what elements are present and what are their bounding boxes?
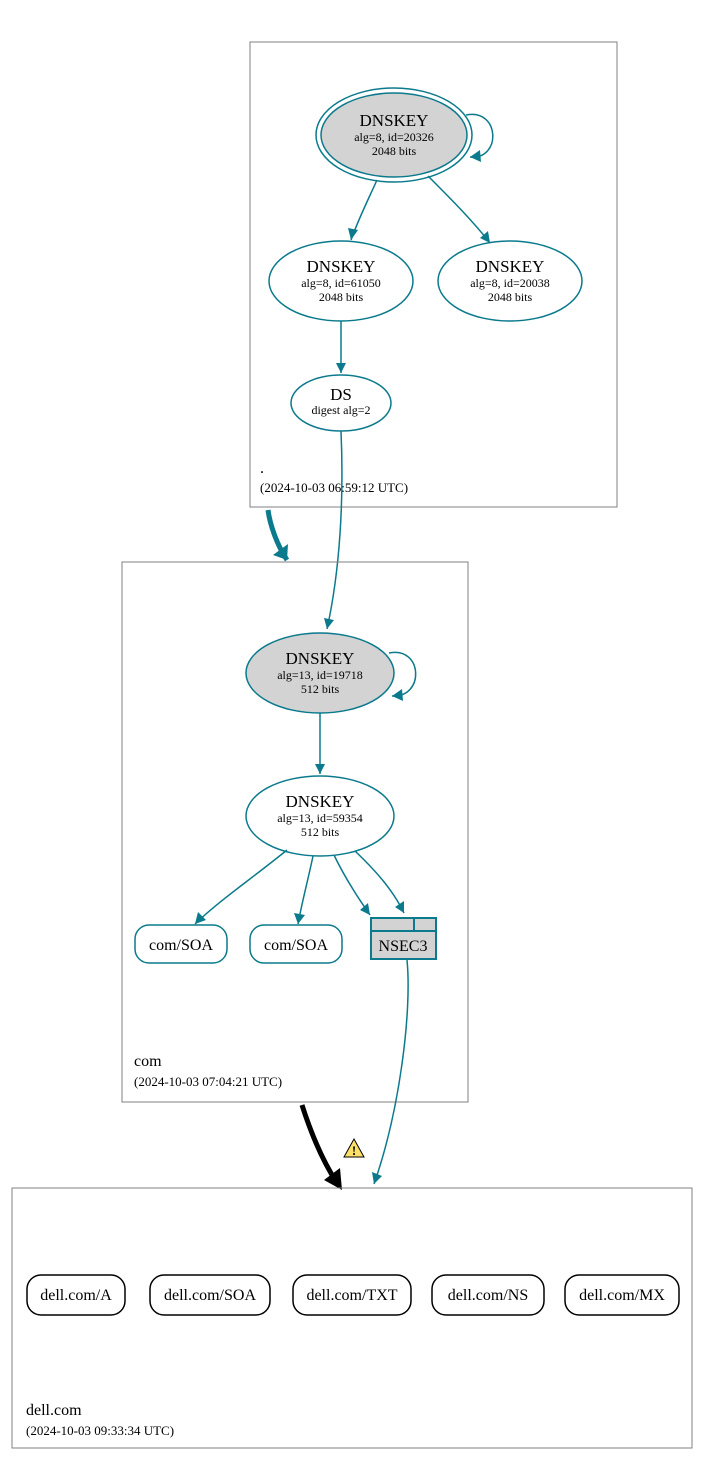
edge-rootksk-to-rootextra [428, 176, 490, 243]
arrow-comzsk-to-soa1 [195, 912, 206, 924]
node-root-ksk-line2: alg=8, id=20326 [354, 130, 434, 144]
node-leaf-a-label: dell.com/A [40, 1287, 112, 1304]
node-leaf-mx-label: dell.com/MX [579, 1287, 665, 1304]
edge-ds-to-comksk [327, 431, 342, 629]
node-root-zsk-title: DNSKEY [307, 257, 376, 276]
zone-timestamp-root: (2024-10-03 06:59:12 UTC) [260, 480, 408, 495]
node-root-zsk-line2: alg=8, id=61050 [301, 276, 381, 290]
node-root-ksk: DNSKEY alg=8, id=20326 2048 bits [316, 88, 472, 182]
arrow-rootksk-to-rootzsk [348, 228, 358, 240]
node-root-zsk-line3: 2048 bits [319, 290, 364, 304]
node-leaf-ns-label: dell.com/NS [448, 1287, 528, 1304]
node-root-ksk-title: DNSKEY [360, 111, 429, 130]
svg-text:!: ! [352, 1143, 356, 1158]
node-com-ksk-line3: 512 bits [301, 682, 340, 696]
zone-timestamp-com: (2024-10-03 07:04:21 UTC) [134, 1074, 282, 1089]
node-leaf-soa-label: dell.com/SOA [164, 1287, 256, 1304]
zone-timestamp-leaf: (2024-10-03 09:33:34 UTC) [26, 1423, 174, 1438]
node-leaf-txt-label: dell.com/TXT [306, 1287, 397, 1304]
arrow-comzsk-to-nsec3-b [395, 901, 404, 913]
edge-nsec3-to-leaf [374, 960, 408, 1184]
warning-icon: ! [344, 1139, 364, 1158]
node-root-extra-line2: alg=8, id=20038 [470, 276, 550, 290]
node-root-ksk-line3: 2048 bits [372, 144, 417, 158]
node-root-extra: DNSKEY alg=8, id=20038 2048 bits [438, 241, 582, 321]
node-root-ds-title: DS [330, 385, 352, 404]
arrow-comzsk-to-soa2 [294, 913, 305, 924]
node-root-extra-line3: 2048 bits [488, 290, 533, 304]
zone-label-root: . [260, 460, 264, 477]
arrow-comksk-selfloop [392, 689, 403, 701]
node-com-ksk-title: DNSKEY [286, 649, 355, 668]
node-com-soa2-label: com/SOA [264, 937, 328, 954]
zone-box-leaf [12, 1188, 692, 1448]
node-com-zsk-title: DNSKEY [286, 792, 355, 811]
node-root-zsk: DNSKEY alg=8, id=61050 2048 bits [269, 241, 413, 321]
node-com-ksk-line2: alg=13, id=19718 [277, 668, 363, 682]
node-com-ksk: DNSKEY alg=13, id=19718 512 bits [246, 633, 394, 713]
node-com-zsk-line2: alg=13, id=59354 [277, 811, 363, 825]
node-root-ds-line2: digest alg=2 [311, 403, 370, 417]
arrow-comzone-to-leafzone [324, 1168, 342, 1190]
arrow-root-ksk-selfloop [470, 150, 481, 162]
edge-comzsk-to-soa2 [298, 856, 313, 924]
zone-label-com: com [134, 1053, 162, 1070]
node-root-ds: DS digest alg=2 [291, 375, 391, 431]
node-com-nsec3-label: NSEC3 [379, 938, 428, 955]
arrow-rootzsk-to-ds [336, 363, 346, 373]
node-com-nsec3: NSEC3 [371, 918, 436, 959]
arrow-comksk-to-comzsk [315, 764, 325, 774]
arrow-ds-to-comksk [324, 618, 334, 629]
edge-comzone-to-leafzone [302, 1105, 337, 1183]
node-com-zsk: DNSKEY alg=13, id=59354 512 bits [246, 776, 394, 856]
zone-label-leaf: dell.com [26, 1402, 82, 1419]
node-com-soa1-label: com/SOA [149, 937, 213, 954]
node-com-zsk-line3: 512 bits [301, 825, 340, 839]
arrow-comzsk-to-nsec3-a [360, 903, 370, 915]
edge-comzsk-to-soa1 [195, 850, 287, 924]
node-root-extra-title: DNSKEY [476, 257, 545, 276]
